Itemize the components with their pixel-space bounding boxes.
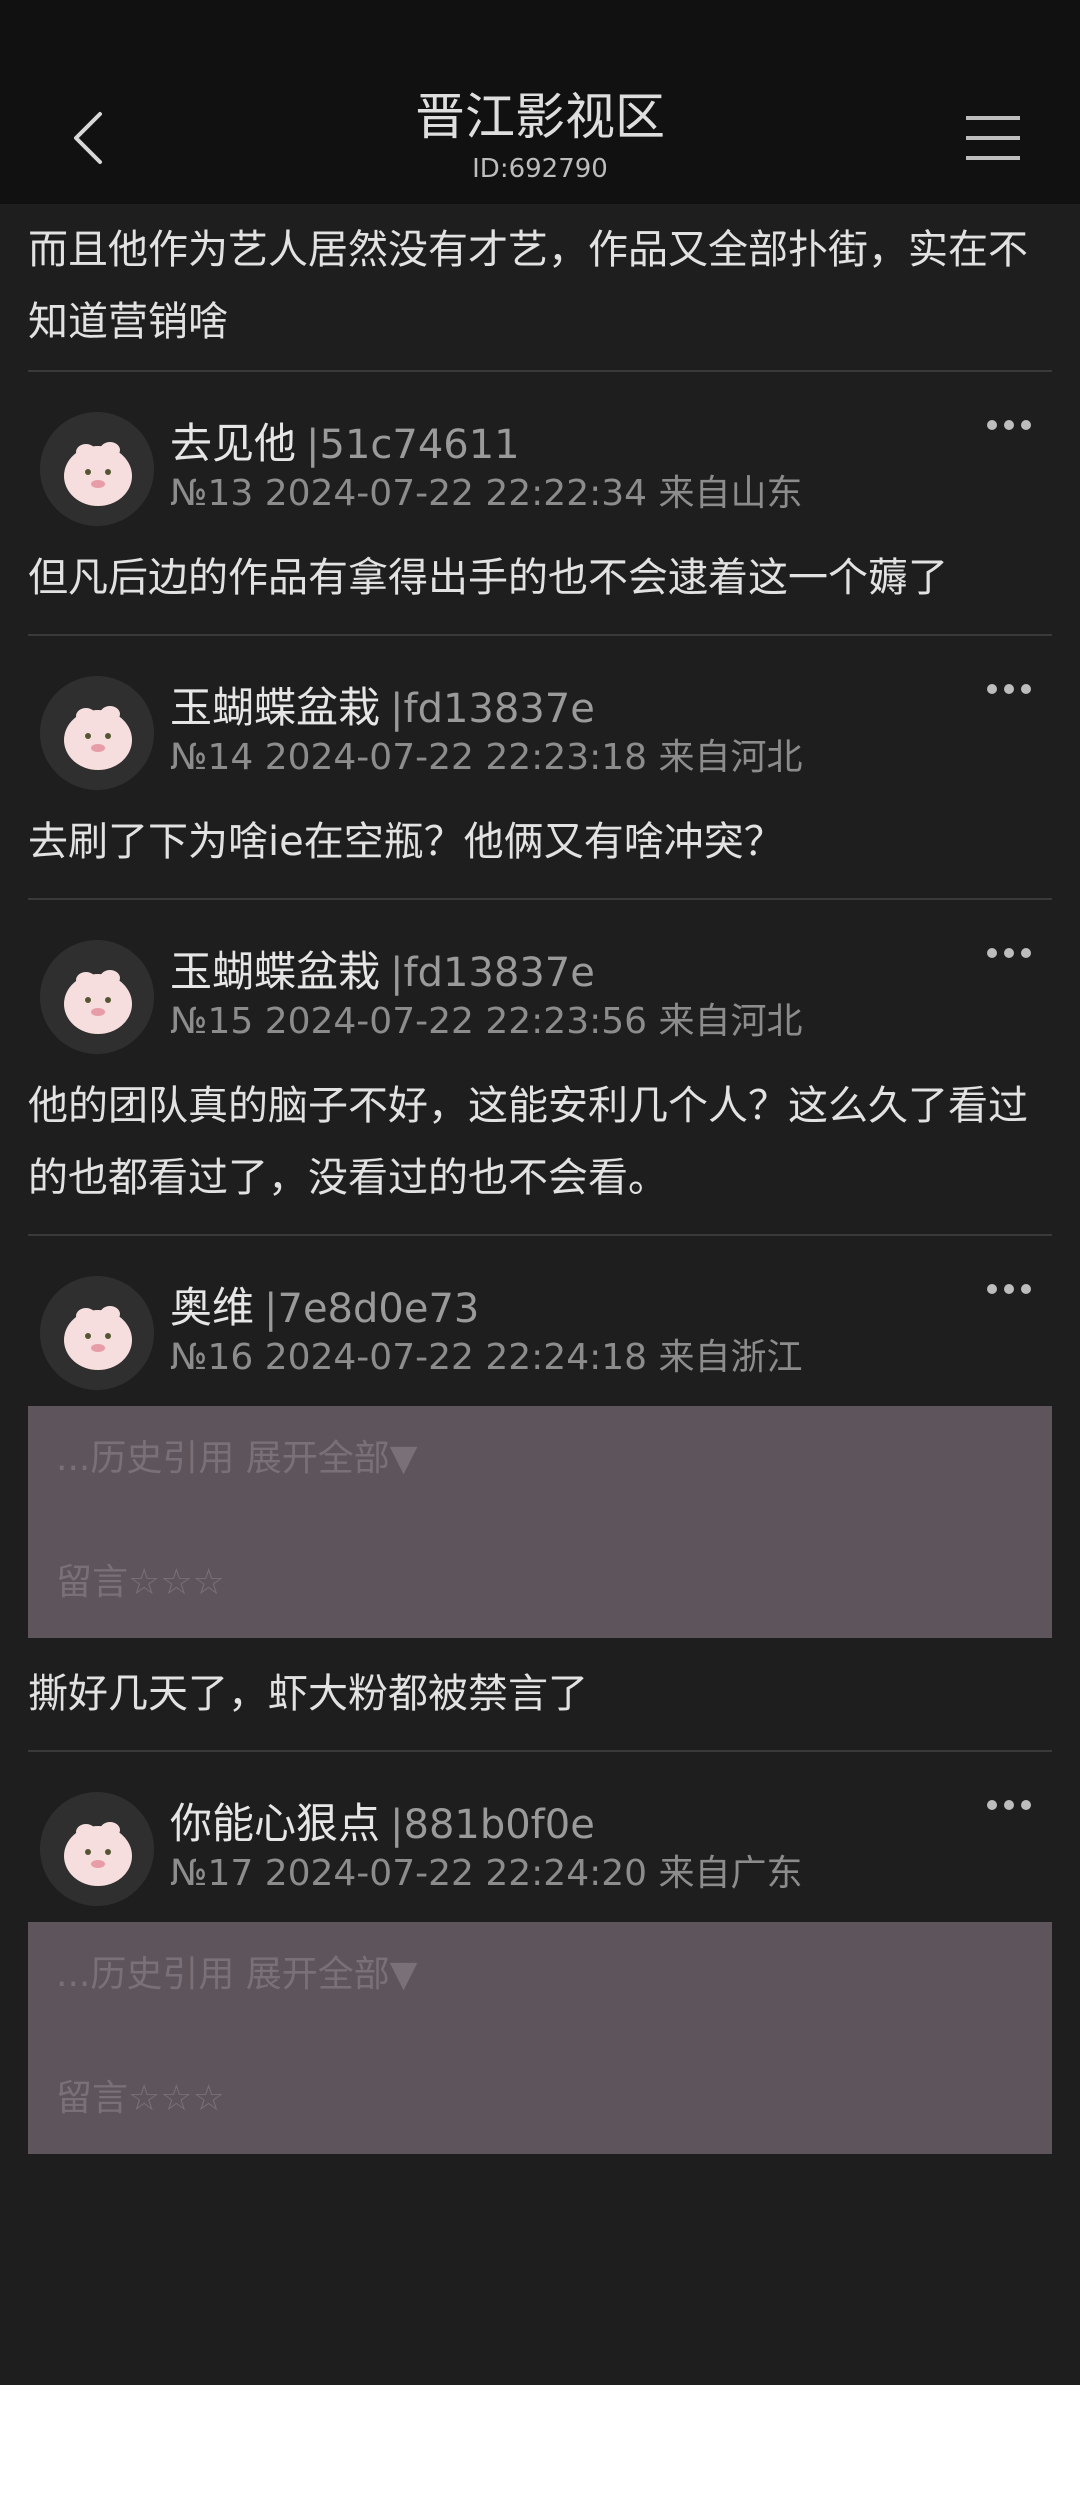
author-uid: |fd13837e	[390, 950, 595, 996]
more-dots-icon[interactable]	[984, 410, 1034, 440]
avatar-pig-icon[interactable]	[40, 412, 154, 526]
author-name: 去见他 |51c74611	[170, 419, 520, 468]
avatar-pig-icon[interactable]	[40, 676, 154, 790]
post-meta: №17 2024-07-22 22:24:20 来自广东	[170, 1853, 803, 1894]
post-text: 而且他作为艺人居然没有才艺，作品又全部扑街，实在不知道营销啥	[28, 227, 1028, 345]
board-id: ID:692790	[472, 154, 608, 184]
post-text: 撕好几天了，虾大粉都被禁言了	[28, 1671, 588, 1717]
more-dots-icon[interactable]	[984, 1274, 1034, 1304]
app-screen: 晋江影视区 ID:692790 而且他作为艺人居然没有才艺，作品又全部扑街，实在…	[0, 0, 1080, 2385]
quote-box: ...历史引用 展开全部▼ 留言☆☆☆	[28, 1406, 1052, 1638]
post-17: 你能心狠点 |881b0f0e №17 2024-07-22 22:24:20 来…	[0, 1752, 1080, 2154]
author-uid: |51c74611	[306, 422, 520, 468]
more-dots-icon[interactable]	[984, 938, 1034, 968]
post-text: 去刷了下为啥ie在空瓶？他俩又有啥冲突？	[28, 819, 784, 865]
author-name: 玉蝴蝶盆栽 |fd13837e	[170, 947, 595, 996]
post-16: 奥维 |7e8d0e73 №16 2024-07-22 22:24:18 来自浙江…	[0, 1236, 1080, 1752]
post-text: 他的团队真的脑子不好，这能安利几个人？这么久了看过的也都看过了，没看过的也不会看…	[28, 1083, 1028, 1201]
post-14: 玉蝴蝶盆栽 |fd13837e №14 2024-07-22 22:23:18 来…	[0, 636, 1080, 900]
quote-box: ...历史引用 展开全部▼ 留言☆☆☆	[28, 1922, 1052, 2154]
quote-expand-link[interactable]: ...历史引用 展开全部▼	[56, 1434, 417, 1484]
top-bar: 晋江影视区 ID:692790	[0, 72, 1080, 204]
post-meta: №13 2024-07-22 22:22:34 来自山东	[170, 473, 803, 514]
author-uid: |881b0f0e	[390, 1802, 595, 1848]
avatar-pig-icon[interactable]	[40, 1792, 154, 1906]
post-13: 去见他 |51c74611 №13 2024-07-22 22:22:34 来自山…	[0, 372, 1080, 636]
author-name: 奥维 |7e8d0e73	[170, 1283, 480, 1332]
post-15: 玉蝴蝶盆栽 |fd13837e №15 2024-07-22 22:23:56 来…	[0, 900, 1080, 1236]
status-bar	[0, 0, 1080, 72]
author-name: 玉蝴蝶盆栽 |fd13837e	[170, 683, 595, 732]
author-name: 你能心狠点 |881b0f0e	[170, 1799, 595, 1848]
post-meta: №15 2024-07-22 22:23:56 来自河北	[170, 1001, 803, 1042]
author-uid: |fd13837e	[390, 686, 595, 732]
more-dots-icon[interactable]	[984, 674, 1034, 704]
avatar-pig-icon[interactable]	[40, 940, 154, 1054]
quote-expand-link[interactable]: ...历史引用 展开全部▼	[56, 1950, 417, 2000]
page-title: 晋江影视区	[415, 88, 665, 146]
avatar-pig-icon[interactable]	[40, 1276, 154, 1390]
more-dots-icon[interactable]	[984, 1790, 1034, 1820]
post-text: 但凡后边的作品有拿得出手的也不会逮着这一个薅了	[28, 555, 948, 601]
quote-text: 留言☆☆☆	[56, 1562, 225, 1603]
author-uid: |7e8d0e73	[264, 1286, 480, 1332]
quote-text: 留言☆☆☆	[56, 2078, 225, 2119]
post-meta: №14 2024-07-22 22:23:18 来自河北	[170, 737, 803, 778]
post-meta: №16 2024-07-22 22:24:18 来自浙江	[170, 1337, 803, 1378]
hamburger-menu-icon[interactable]	[962, 112, 1024, 164]
thread-content: 而且他作为艺人居然没有才艺，作品又全部扑街，实在不知道营销啥 去见他 |51c7…	[0, 204, 1080, 2174]
